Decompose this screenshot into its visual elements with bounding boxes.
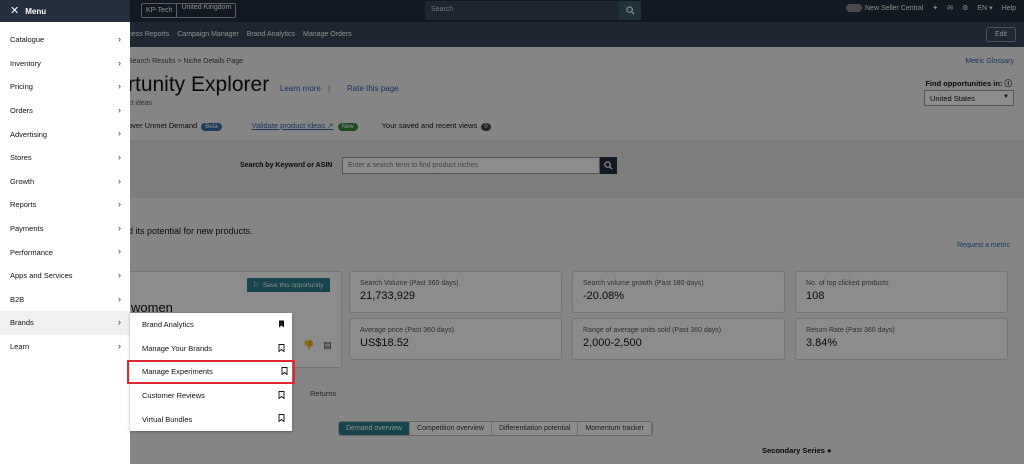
menu-item-label: Stores: [10, 153, 32, 163]
navigation-menu: ✕ Menu Catalogue › Inventory › Pricing › Order…: [0, 0, 130, 464]
menu-item-label: Advertising: [10, 129, 48, 139]
bookmark-icon[interactable]: [278, 343, 285, 354]
chevron-right-icon: ›: [118, 175, 121, 186]
menu-item-label: B2B: [10, 294, 25, 304]
menu-item-payments[interactable]: Payments ›: [0, 217, 130, 241]
menu-item-label: Pricing: [10, 82, 33, 92]
submenu-item-customer-reviews[interactable]: Customer Reviews: [130, 384, 292, 408]
chevron-right-icon: ›: [118, 151, 121, 162]
bookmark-icon[interactable]: [278, 390, 285, 401]
chevron-right-icon: ›: [118, 57, 121, 68]
menu-item-performance[interactable]: Performance ›: [0, 240, 130, 264]
menu-item-growth[interactable]: Growth ›: [0, 170, 130, 194]
chevron-right-icon: ›: [118, 104, 121, 115]
menu-item-inventory[interactable]: Inventory ›: [0, 52, 130, 76]
chevron-right-icon: ›: [118, 34, 121, 44]
menu-item-label: Catalogue: [10, 35, 45, 45]
chevron-right-icon: ›: [118, 293, 121, 304]
bookmark-filled-icon[interactable]: [278, 320, 285, 330]
submenu-item-brand-analytics[interactable]: Brand Analytics: [130, 313, 292, 337]
menu-item-label: Reports: [10, 200, 37, 210]
submenu-item-manage-your-brands[interactable]: Manage Your Brands: [130, 337, 292, 361]
menu-item-apps-and-services[interactable]: Apps and Services ›: [0, 264, 130, 288]
bookmark-icon[interactable]: [281, 367, 288, 377]
chevron-right-icon: ›: [118, 246, 121, 257]
menu-item-pricing[interactable]: Pricing ›: [0, 75, 130, 99]
menu-item-label: Performance: [10, 247, 53, 257]
chevron-right-icon: ›: [118, 269, 121, 280]
bookmark-icon[interactable]: [278, 414, 285, 424]
menu-items: Catalogue › Inventory › Pricing › Orders › Adver…: [0, 28, 130, 358]
chevron-right-icon: ›: [118, 340, 121, 351]
menu-item-label: Inventory: [10, 58, 41, 68]
brands-submenu: Brand Analytics Manage Your Brands Manage …: [127, 313, 295, 431]
menu-item-catalogue[interactable]: Catalogue ›: [0, 28, 130, 52]
menu-title: Menu: [25, 6, 47, 16]
close-icon[interactable]: ✕: [10, 5, 19, 17]
submenu-item-label: Manage Your Brands: [142, 343, 213, 353]
chevron-right-icon: ›: [118, 128, 121, 139]
submenu-item-label: Virtual Bundles: [142, 414, 193, 424]
menu-item-b2b[interactable]: B2B ›: [0, 288, 130, 312]
chevron-right-icon: ›: [118, 199, 121, 210]
screen: KP-Tech United Kingdom Search New Seller…: [0, 0, 1024, 464]
menu-item-label: Orders: [10, 106, 33, 116]
chevron-right-icon: ›: [118, 317, 121, 328]
menu-item-label: Brands: [10, 318, 34, 328]
menu-item-label: Growth: [10, 176, 35, 186]
submenu-item-virtual-bundles[interactable]: Virtual Bundles: [130, 407, 292, 431]
chevron-right-icon: ›: [118, 222, 121, 233]
menu-item-brands[interactable]: Brands ›: [0, 311, 130, 335]
chevron-right-icon: ›: [118, 81, 121, 92]
menu-item-label: Learn: [10, 342, 30, 352]
menu-item-stores[interactable]: Stores ›: [0, 146, 130, 170]
submenu-item-label: Manage Experiments: [142, 367, 213, 377]
menu-header: ✕ Menu: [0, 0, 130, 22]
menu-item-orders[interactable]: Orders ›: [0, 99, 130, 123]
submenu-item-label: Customer Reviews: [142, 391, 205, 401]
submenu-item-manage-experiments[interactable]: Manage Experiments: [127, 360, 295, 384]
menu-item-advertising[interactable]: Advertising ›: [0, 122, 130, 146]
menu-item-reports[interactable]: Reports ›: [0, 193, 130, 217]
menu-item-label: Payments: [10, 224, 44, 234]
submenu-item-label: Brand Analytics: [142, 320, 194, 330]
menu-item-label: Apps and Services: [10, 271, 73, 281]
menu-item-learn[interactable]: Learn ›: [0, 335, 130, 359]
